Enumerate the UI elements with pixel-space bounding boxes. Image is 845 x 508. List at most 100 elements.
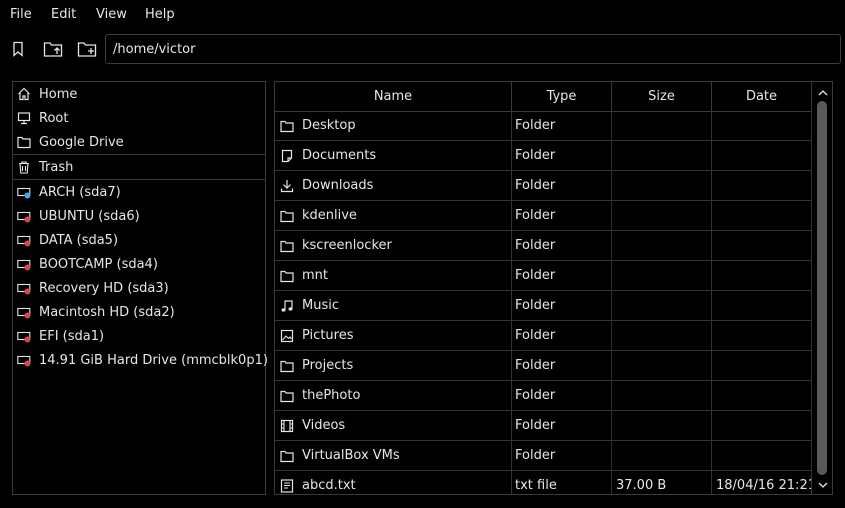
chevron-up-icon [818, 89, 828, 95]
drive-unmounted-icon [17, 259, 31, 271]
size-cell: 37.00 B [612, 471, 712, 494]
name-cell: Projects [275, 351, 512, 380]
drive-label: ARCH (sda7) [39, 184, 121, 200]
name-cell: kdenlive [275, 201, 512, 230]
column-header-type[interactable]: Type [512, 82, 612, 111]
size-cell [612, 321, 712, 350]
type-cell: Folder [512, 231, 612, 260]
file-name: abcd.txt [302, 478, 356, 493]
folder-icon [280, 390, 294, 402]
column-header-name[interactable]: Name [275, 82, 512, 111]
type-cell: Folder [512, 261, 612, 290]
date-cell [712, 261, 812, 290]
drive-label: 14.91 GiB Hard Drive (mmcblk0p1) [39, 352, 268, 368]
menu-help[interactable]: Help [145, 7, 175, 23]
type-cell: Folder [512, 321, 612, 350]
menu-file[interactable]: File [10, 7, 32, 23]
drive-label: DATA (sda5) [39, 232, 119, 248]
document-icon [281, 149, 293, 162]
drive-unmounted-icon [17, 331, 31, 343]
place-trash[interactable]: Trash [13, 155, 265, 179]
bookmark-icon [13, 41, 23, 57]
table-row[interactable]: Documents Folder [275, 141, 812, 171]
table-row[interactable]: mnt Folder [275, 261, 812, 291]
table-row[interactable]: Projects Folder [275, 351, 812, 381]
file-name: Desktop [302, 118, 356, 133]
place-root[interactable]: Root [13, 106, 265, 130]
parent-folder-button[interactable] [41, 37, 65, 61]
table-row[interactable]: Videos Folder [275, 411, 812, 441]
type-cell: Folder [512, 381, 612, 410]
type-cell: Folder [512, 201, 612, 230]
trash-icon [19, 161, 29, 174]
size-cell [612, 171, 712, 200]
date-cell [712, 381, 812, 410]
drive-label: Macintosh HD (sda2) [39, 304, 175, 320]
date-cell [712, 171, 812, 200]
size-cell [612, 411, 712, 440]
type-cell: Folder [512, 141, 612, 170]
place-label: Google Drive [39, 134, 124, 150]
table-row[interactable]: VirtualBox VMs Folder [275, 441, 812, 471]
size-cell [612, 261, 712, 290]
place-home[interactable]: Home [13, 82, 265, 106]
table-row[interactable]: Desktop Folder [275, 111, 812, 141]
type-cell: txt file [512, 471, 612, 494]
folder-icon [280, 270, 294, 282]
menu-bar: File Edit View Help [0, 0, 845, 30]
text-file-icon [280, 478, 294, 493]
menu-view[interactable]: View [96, 7, 127, 23]
table-row[interactable]: kdenlive Folder [275, 201, 812, 231]
drive-item[interactable]: ARCH (sda7) [13, 180, 265, 204]
drive-item[interactable]: EFI (sda1) [13, 324, 265, 348]
drive-item[interactable]: Recovery HD (sda3) [13, 276, 265, 300]
drive-item[interactable]: DATA (sda5) [13, 228, 265, 252]
home-icon [18, 87, 30, 101]
date-cell [712, 321, 812, 350]
column-header-size[interactable]: Size [612, 82, 712, 111]
drive-item[interactable]: Macintosh HD (sda2) [13, 300, 265, 324]
menu-edit[interactable]: Edit [51, 7, 76, 23]
folder-icon [280, 360, 294, 372]
drive-item[interactable]: BOOTCAMP (sda4) [13, 252, 265, 276]
type-cell: Folder [512, 111, 612, 140]
folder-icon [280, 120, 294, 132]
table-row[interactable]: Pictures Folder [275, 321, 812, 351]
type-cell: Folder [512, 351, 612, 380]
table-row[interactable]: Music Folder [275, 291, 812, 321]
name-cell: Desktop [275, 111, 512, 140]
place-label: Root [39, 110, 69, 126]
type-cell: Folder [512, 291, 612, 320]
file-name: kscreenlocker [302, 238, 392, 253]
column-header-date[interactable]: Date [712, 82, 812, 111]
file-name: Videos [302, 418, 346, 433]
drive-item[interactable]: 14.91 GiB Hard Drive (mmcblk0p1) [13, 348, 268, 372]
drive-unmounted-icon [17, 283, 31, 295]
name-cell: thePhoto [275, 381, 512, 410]
computer-icon [17, 112, 31, 125]
table-row[interactable]: kscreenlocker Folder [275, 231, 812, 261]
place-google-drive[interactable]: Google Drive [13, 130, 265, 154]
size-cell [612, 201, 712, 230]
folder-up-icon [43, 42, 63, 57]
table-row[interactable]: abcd.txt txt file 37.00 B 18/04/16 21:21 [275, 471, 812, 494]
download-icon [280, 179, 294, 192]
scrollbar-thumb[interactable] [817, 101, 827, 475]
table-row[interactable]: Downloads Folder [275, 171, 812, 201]
path-input[interactable] [105, 34, 841, 64]
drive-label: BOOTCAMP (sda4) [39, 256, 158, 272]
scroll-up-button[interactable] [815, 85, 831, 99]
scroll-down-button[interactable] [815, 478, 831, 492]
new-folder-button[interactable] [75, 37, 99, 61]
size-cell [612, 111, 712, 140]
places-panel: Home Root Google Drive Trash ARCH (sda7) [12, 81, 268, 495]
date-cell [712, 351, 812, 380]
name-cell: Pictures [275, 321, 512, 350]
table-row[interactable]: thePhoto Folder [275, 381, 812, 411]
bookmark-button[interactable] [6, 37, 30, 61]
file-name: Music [302, 298, 339, 313]
drive-item[interactable]: UBUNTU (sda6) [13, 204, 265, 228]
date-cell [712, 291, 812, 320]
drive-mounted-icon [17, 187, 31, 199]
drive-unmounted-icon [17, 211, 31, 223]
